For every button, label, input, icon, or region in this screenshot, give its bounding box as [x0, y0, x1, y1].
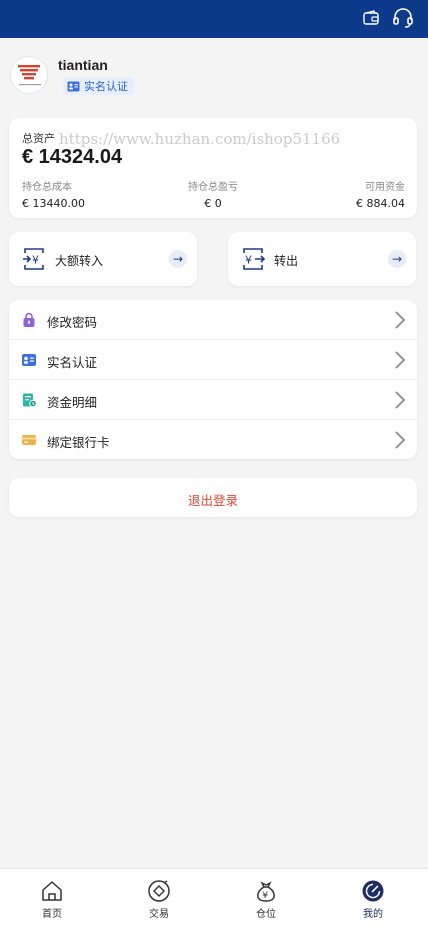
nav-trade-label: 交易: [149, 909, 169, 920]
nav-mine-label: 我的: [363, 909, 383, 920]
home-icon: [42, 881, 62, 901]
logout-button[interactable]: 退出登录: [9, 478, 417, 517]
position-pnl-label: 持仓总盈亏: [188, 182, 238, 193]
chevron-right-icon: [395, 391, 406, 409]
trade-icon: [148, 880, 170, 902]
menu-item-label: 实名认证: [47, 355, 98, 370]
profile-compass-icon: [362, 880, 384, 902]
position-pnl-value: € 0: [204, 197, 222, 210]
menu-item-bind-bank-card[interactable]: 绑定银行卡: [9, 420, 417, 459]
assets-card: 总资产 € 14324.04 https://www.huzhan.com/is…: [9, 118, 417, 218]
id-card-icon: [67, 81, 80, 91]
position-cost-value: € 13440.00: [22, 197, 85, 210]
chevron-right-icon: [395, 351, 406, 369]
nav-position[interactable]: ¥ 仓位: [236, 869, 296, 925]
wallet-icon[interactable]: [362, 9, 380, 27]
avatar[interactable]: [10, 56, 48, 94]
verification-badge[interactable]: 实名认证: [63, 77, 134, 95]
transfer-out-icon: ¥: [243, 248, 266, 270]
watermark-text: https://www.huzhan.com/ishop51166: [59, 130, 341, 148]
id-card-icon: [22, 354, 36, 366]
logout-label: 退出登录: [187, 493, 238, 508]
menu-item-label: 绑定银行卡: [47, 435, 110, 450]
menu-item-change-password[interactable]: 修改密码: [9, 300, 417, 340]
verification-badge-label: 实名认证: [84, 80, 128, 93]
nav-home[interactable]: 首页: [22, 869, 82, 925]
settings-menu: 修改密码 实名认证 资金明细 绑定银行卡: [9, 300, 417, 459]
total-assets-value: € 14324.04: [22, 146, 123, 168]
withdraw-button[interactable]: ¥ 转出 →: [228, 232, 416, 286]
arrow-right-icon: →: [388, 250, 406, 268]
menu-item-label: 资金明细: [47, 395, 98, 410]
transfer-in-icon: ¥: [23, 248, 44, 270]
svg-text:¥: ¥: [245, 254, 252, 267]
withdraw-label: 转出: [274, 254, 299, 268]
available-funds-label: 可用资金: [365, 182, 405, 193]
nav-mine[interactable]: 我的: [343, 869, 403, 925]
nav-position-label: 仓位: [256, 909, 276, 920]
nav-trade[interactable]: 交易: [129, 869, 189, 925]
menu-item-fund-details[interactable]: 资金明细: [9, 380, 417, 420]
deposit-label: 大额转入: [55, 254, 104, 268]
chevron-right-icon: [395, 431, 406, 449]
svg-text:¥: ¥: [262, 891, 268, 901]
top-bar: [0, 0, 428, 38]
menu-item-label: 修改密码: [47, 315, 98, 330]
bottom-navigation: 首页 交易 ¥ 仓位 我的: [0, 868, 428, 925]
arrow-right-icon: →: [169, 250, 187, 268]
profile-header: tiantian 实名认证: [10, 56, 410, 104]
profile-page: tiantian 实名认证 总资产 € 14324.04 https://www…: [0, 0, 428, 925]
available-funds: 可用资金 € 884.04: [356, 178, 405, 210]
position-cost: 持仓总成本 € 13440.00: [22, 178, 85, 210]
username: tiantian: [58, 57, 108, 73]
nav-home-label: 首页: [42, 909, 62, 920]
deposit-button[interactable]: ¥ 大额转入 →: [9, 232, 197, 286]
position-cost-label: 持仓总成本: [22, 182, 72, 193]
total-assets-label: 总资产: [22, 132, 55, 145]
fund-detail-icon: [23, 393, 37, 408]
bank-card-icon: [22, 435, 36, 445]
chevron-right-icon: [395, 311, 406, 329]
position-pnl: 持仓总盈亏 € 0: [175, 178, 251, 210]
position-bag-icon: ¥: [257, 881, 275, 902]
lock-icon: [23, 312, 35, 327]
brand-logo-icon: [18, 65, 41, 86]
menu-item-verification[interactable]: 实名认证: [9, 340, 417, 380]
customer-service-icon[interactable]: [392, 7, 414, 29]
available-funds-value: € 884.04: [356, 197, 405, 210]
svg-text:¥: ¥: [32, 254, 39, 267]
